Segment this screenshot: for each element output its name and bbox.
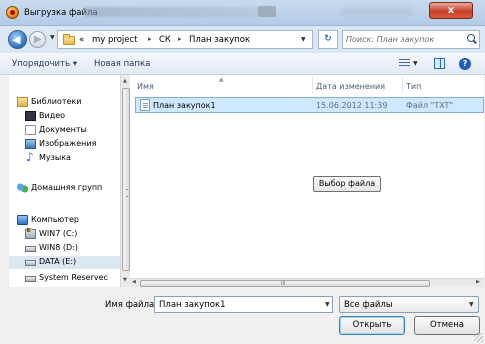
documents-icon xyxy=(25,125,36,135)
nav-item-label: Документы xyxy=(39,125,87,134)
refresh-button[interactable]: ↻ xyxy=(318,30,338,49)
breadcrumb-separator[interactable]: ▸ xyxy=(148,35,152,43)
nav-item-label: Изображения xyxy=(39,139,97,148)
cancel-button[interactable]: Отмена xyxy=(414,316,480,335)
blurred-title-text xyxy=(84,7,274,17)
drive-icon xyxy=(25,260,36,266)
grip-icon xyxy=(126,189,128,197)
file-row[interactable]: План закупок1 15.06.2012 11:39 Файл "TXT… xyxy=(135,97,484,113)
app-icon xyxy=(6,6,19,19)
images-icon xyxy=(25,139,36,149)
breadcrumb-plan[interactable]: План закупок xyxy=(189,35,250,45)
select-file-button[interactable]: Выбор файла xyxy=(313,176,381,192)
computer-icon xyxy=(17,215,28,225)
title-bar: Выгрузка файла x xyxy=(0,0,485,26)
nav-item-label: Музыка xyxy=(39,153,71,162)
filename-value: План закупок1 xyxy=(159,300,226,310)
breadcrumb-my-project[interactable]: my project xyxy=(92,35,138,45)
breadcrumb-separator[interactable]: ▸ xyxy=(178,35,182,43)
column-header-type[interactable]: Тип xyxy=(406,75,421,96)
column-divider[interactable] xyxy=(312,77,313,94)
nav-item-label: DATA (E:) xyxy=(39,257,77,266)
view-dropdown[interactable]: ▼ xyxy=(413,60,418,67)
nav-item-label: System Reservec xyxy=(39,273,108,282)
back-arrow-icon: ◀ xyxy=(12,33,21,46)
recent-pages-dropdown[interactable]: ▼ xyxy=(50,34,55,41)
breadcrumb[interactable]: « my project ▸ СК ▸ План закупок ▼ xyxy=(57,30,313,49)
file-type-filter[interactable]: Все файлы ▼ xyxy=(339,296,479,313)
nav-item-label: Библиотеки xyxy=(31,97,82,106)
scroll-right-icon[interactable]: ▶ xyxy=(476,279,480,285)
video-icon xyxy=(25,111,36,121)
nav-item-label: WIN8 (D:) xyxy=(39,243,78,252)
grip-icon: III xyxy=(281,281,286,287)
toolbar: Упорядочить ▾ Новая папка ▼ ? xyxy=(0,53,485,75)
nav-item-data[interactable]: DATA (E:) xyxy=(9,256,120,269)
drive-icon xyxy=(25,276,36,282)
folder-icon xyxy=(63,34,75,45)
file-name: План закупок1 xyxy=(153,101,216,110)
drive-icon xyxy=(25,246,36,252)
scroll-up-icon[interactable]: ▲ xyxy=(123,78,127,84)
preview-pane-icon[interactable] xyxy=(434,58,445,69)
chevron-down-icon[interactable]: ▼ xyxy=(325,301,330,308)
search-icon[interactable] xyxy=(467,34,475,42)
forward-arrow-icon: ▶ xyxy=(34,34,42,45)
nav-item-label: Видео xyxy=(39,111,66,120)
forward-button[interactable]: ▶ xyxy=(29,31,46,48)
hscroll-thumb[interactable]: III xyxy=(140,280,430,287)
nav-scrollbar[interactable]: ▲ ▼ xyxy=(120,75,130,287)
nav-item-label: WIN7 (C:) xyxy=(39,229,78,238)
chevron-down-icon: ▼ xyxy=(469,301,474,308)
homegroup-icon xyxy=(17,183,28,193)
column-header-name[interactable]: Имя xyxy=(137,75,154,96)
library-icon xyxy=(17,97,28,107)
navigation-pane: Библиотеки Видео Документы Изображения М… xyxy=(9,75,120,287)
new-folder-button[interactable]: Новая папка xyxy=(94,59,150,69)
nav-scroll-thumb[interactable] xyxy=(122,88,130,271)
filter-value: Все файлы xyxy=(344,300,393,310)
filename-label: Имя файла: xyxy=(105,300,158,310)
nav-item-label: Домашняя групп xyxy=(31,183,103,192)
address-dropdown[interactable]: ▼ xyxy=(301,36,306,43)
file-date: 15.06.2012 11:39 xyxy=(316,101,388,110)
search-input[interactable] xyxy=(346,33,461,46)
close-button[interactable]: x xyxy=(429,2,473,19)
file-list: ▲ Имя Дата изменения Тип План закупок1 1… xyxy=(130,75,484,278)
blurred-right-text xyxy=(342,7,412,16)
music-icon xyxy=(25,150,36,164)
blurred-title-tab xyxy=(258,6,276,17)
sort-caret-icon: ▲ xyxy=(219,76,224,83)
resize-grip-icon[interactable] xyxy=(474,333,483,342)
open-button[interactable]: Открыть xyxy=(339,316,405,335)
nav-item-label: Компьютер xyxy=(31,215,79,224)
back-button[interactable]: ◀ xyxy=(8,30,27,49)
column-header-date[interactable]: Дата изменения xyxy=(316,75,385,96)
filename-field[interactable]: План закупок1 ▼ xyxy=(154,296,333,313)
breadcrumb-sk[interactable]: СК xyxy=(159,35,171,45)
drive-win-icon xyxy=(25,228,36,239)
view-list-icon[interactable] xyxy=(399,59,410,68)
breadcrumb-overflow[interactable]: « xyxy=(79,35,84,45)
text-file-icon xyxy=(140,99,150,111)
help-icon[interactable]: ? xyxy=(459,58,471,70)
search-box xyxy=(342,30,480,49)
address-bar: ◀ ▶ ▼ « my project ▸ СК ▸ План закупок ▼… xyxy=(0,26,485,53)
column-divider[interactable] xyxy=(402,77,403,94)
file-list-hscrollbar[interactable]: ◀ III ▶ xyxy=(130,278,484,287)
scroll-left-icon[interactable]: ◀ xyxy=(132,279,136,285)
scroll-down-icon[interactable]: ▼ xyxy=(123,277,127,283)
file-type: Файл "TXT" xyxy=(406,101,454,110)
organize-button[interactable]: Упорядочить ▾ xyxy=(12,59,77,69)
